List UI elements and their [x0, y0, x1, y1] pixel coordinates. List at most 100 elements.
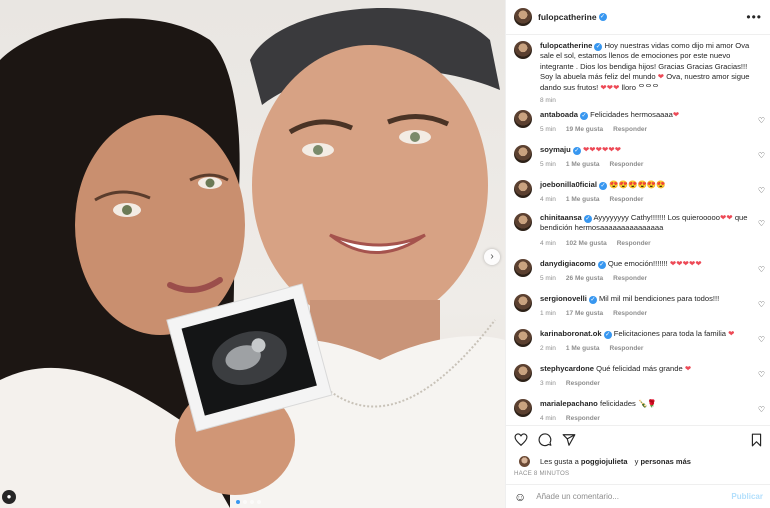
comment-avatar[interactable] [514, 294, 532, 312]
reply-button[interactable]: Responder [610, 195, 644, 205]
comment-like-heart-icon[interactable]: ♡ [758, 151, 765, 160]
comment-username[interactable]: joebonilla0ficial [540, 180, 597, 189]
post-time-ago[interactable]: HACE 8 MINUTOS [514, 470, 763, 477]
comment-icon[interactable] [538, 433, 552, 447]
emoji-picker-icon[interactable]: ☺ [514, 490, 526, 504]
verified-badge-icon: ✓ [598, 182, 607, 190]
reply-button[interactable]: Responder [610, 160, 644, 170]
comment-likes[interactable]: 1 Me gusta [566, 195, 600, 205]
caption-username[interactable]: fulopcatherine [540, 41, 592, 50]
caption-time: 8 min [540, 97, 556, 105]
comment-avatar[interactable] [514, 145, 532, 163]
comment-username[interactable]: sergionovelli [540, 294, 587, 303]
comment-likes[interactable]: 102 Me gusta [566, 239, 607, 249]
caption-avatar[interactable] [514, 41, 532, 59]
reply-button[interactable]: Responder [613, 309, 647, 319]
post-photo[interactable]: › ● [0, 0, 505, 508]
comment-avatar[interactable] [514, 364, 532, 382]
comment-avatar[interactable] [514, 259, 532, 277]
likes-summary[interactable]: Les gusta a poggiojulieta y personas más [514, 456, 763, 467]
bookmark-icon[interactable] [750, 433, 763, 447]
comment-like-heart-icon[interactable]: ♡ [758, 186, 765, 195]
comment-item: marialepachano felicidades 🍾🌹 4 min Respo… [506, 399, 770, 425]
comment-likes[interactable]: 17 Me gusta [566, 309, 603, 319]
reply-button[interactable]: Responder [613, 125, 647, 135]
carousel-dot [243, 500, 247, 504]
reply-button[interactable]: Responder [610, 344, 644, 354]
comment-emoji: 🍾🌹 [637, 399, 657, 408]
comment-item: joebonilla0ficial ✓ 😍😍😍😍😍😍 4 min 1 Me gust… [506, 180, 770, 213]
comment-username[interactable]: karinaboronat.ok [540, 329, 602, 338]
photo-illustration [0, 7, 505, 508]
reply-button[interactable]: Responder [613, 274, 647, 284]
comment-emoji: ❤❤❤❤❤❤ [582, 145, 622, 154]
comments-list[interactable]: fulopcatherine ✓ Hoy nuestras vidas como … [506, 35, 770, 425]
reply-button[interactable]: Responder [617, 239, 651, 249]
verified-badge-icon: ✓ [579, 112, 588, 120]
comment-avatar[interactable] [514, 329, 532, 347]
comment-username[interactable]: soymaju [540, 145, 571, 154]
comment-like-heart-icon[interactable]: ♡ [758, 335, 765, 344]
comment-username[interactable]: stephycardone [540, 364, 594, 373]
comment-time: 5 min [540, 161, 556, 169]
comment-like-heart-icon[interactable]: ♡ [758, 370, 765, 379]
share-icon[interactable] [562, 433, 576, 447]
comment-avatar[interactable] [514, 110, 532, 128]
comment-username[interactable]: marialepachano [540, 399, 598, 408]
carousel-dot [257, 500, 261, 504]
comment-item: karinaboronat.ok ✓ Felicitaciones para to… [506, 329, 770, 364]
comment-username[interactable]: danydigiacomo [540, 259, 596, 268]
comment-likes[interactable]: 1 Me gusta [566, 344, 600, 354]
comment-like-heart-icon[interactable]: ♡ [758, 116, 765, 125]
comment-time: 5 min [540, 275, 556, 283]
comment-item: sergionovelli ✓ Mil mil mil bendiciones p… [506, 294, 770, 329]
comment-avatar[interactable] [514, 399, 532, 417]
comment-likes[interactable]: 19 Me gusta [566, 125, 603, 135]
comment-like-heart-icon[interactable]: ♡ [758, 219, 765, 228]
comment-likes[interactable]: 26 Me gusta [566, 274, 603, 284]
comment-username[interactable]: chinitaansa [540, 213, 582, 222]
tagged-users-icon[interactable]: ● [2, 490, 16, 504]
likes-others[interactable]: personas más [640, 457, 690, 466]
verified-badge-icon: ✓ [572, 147, 581, 155]
comment-item: stephycardone Qué felicidad más grande ❤… [506, 364, 770, 399]
comment-emoji: ❤ [672, 110, 680, 119]
comment-like-heart-icon[interactable]: ♡ [758, 405, 765, 414]
more-options-icon[interactable]: ••• [746, 10, 762, 24]
comment-like-heart-icon[interactable]: ♡ [758, 265, 765, 274]
likes-user[interactable]: poggiojulieta [581, 457, 628, 466]
carousel-next-button[interactable]: › [484, 249, 500, 265]
comment-composer: ☺ Publicar [506, 484, 770, 508]
comment-text: felicidades [599, 399, 636, 408]
comment-avatar[interactable] [514, 213, 532, 231]
comment-text: Ayyyyyyyy Cathy!!!!!!! Los quierooooo [593, 213, 720, 222]
comment-username[interactable]: antaboada [540, 110, 578, 119]
verified-badge-icon: ✓ [594, 43, 603, 51]
comment-item: antaboada ✓ Felicidades hermosaaaa❤ 5 min… [506, 110, 770, 145]
verified-badge-icon: ✓ [598, 13, 607, 21]
comment-time: 4 min [540, 415, 556, 423]
publish-button[interactable]: Publicar [731, 492, 763, 501]
comment-likes[interactable]: 1 Me gusta [566, 160, 600, 170]
comment-emoji: 😍😍😍😍😍😍 [609, 180, 666, 189]
comment-item: danydigiacomo ✓ Que emoción!!!!!!! ❤❤❤❤❤ … [506, 259, 770, 294]
reply-button[interactable]: Responder [566, 414, 600, 424]
verified-badge-icon: ✓ [603, 331, 612, 339]
reply-button[interactable]: Responder [566, 379, 600, 389]
comment-text: Que emoción!!!!!!! [607, 259, 668, 268]
author-username[interactable]: fulopcatherine [538, 12, 597, 22]
hearts-emoji: ❤❤❤ [600, 82, 620, 92]
likes-prefix: Les gusta a [540, 457, 581, 466]
woman-face [75, 115, 245, 335]
comment-text: Mil mil mil bendiciones para todos!!! [598, 294, 720, 303]
comment-like-heart-icon[interactable]: ♡ [758, 300, 765, 309]
heart-icon[interactable] [514, 433, 528, 447]
comment-emoji: ❤ [728, 329, 735, 338]
comment-avatar[interactable] [514, 180, 532, 198]
verified-badge-icon: ✓ [597, 261, 606, 269]
comment-time: 4 min [540, 196, 556, 204]
post-caption: fulopcatherine ✓ Hoy nuestras vidas como … [506, 35, 770, 110]
author-avatar[interactable] [514, 8, 532, 26]
comment-input[interactable] [536, 492, 717, 501]
comment-item: soymaju ✓ ❤❤❤❤❤❤ 5 min 1 Me gusta Responder… [506, 145, 770, 180]
